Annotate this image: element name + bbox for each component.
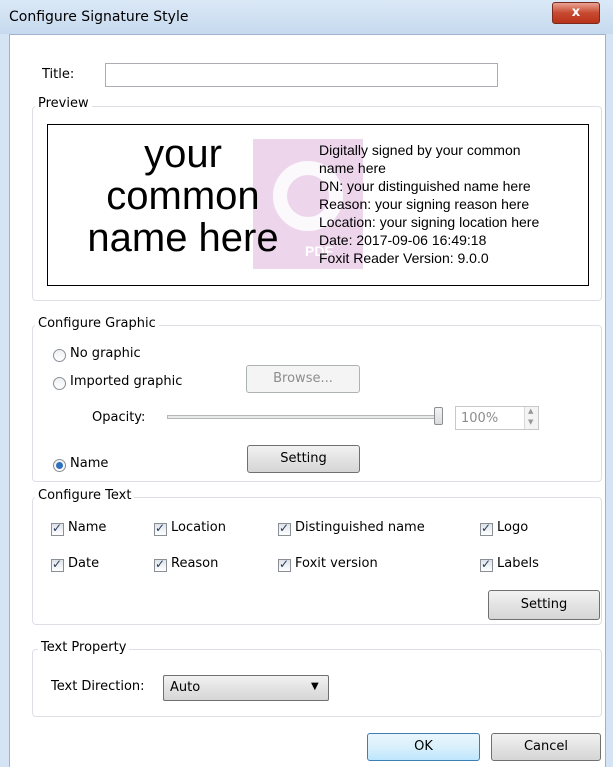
dialog-body: Title: Preview PDF your common name here…: [9, 34, 606, 767]
preview-name-line-2: common: [106, 174, 260, 218]
text-direction-dropdown[interactable]: Auto ▼: [163, 675, 329, 701]
location-checkbox[interactable]: [154, 521, 167, 536]
preview-info-line: DN: your distinguished name here: [319, 178, 531, 194]
dialog-window: Configure Signature Style x Title: Previ…: [0, 0, 613, 767]
preview-info-line: Digitally signed by your common: [319, 142, 521, 158]
graphic-setting-button[interactable]: Setting: [247, 445, 360, 473]
text-property-label: Text Property: [38, 640, 130, 655]
foxit-version-checkbox[interactable]: [278, 557, 291, 572]
title-label: Title:: [42, 67, 75, 82]
preview-name-line-3: name here: [87, 216, 279, 260]
date-checkbox-label: Date: [68, 556, 100, 571]
foxit-version-label: Foxit version: [295, 556, 378, 571]
labels-checkbox-label: Labels: [497, 556, 539, 571]
distinguished-name-label: Distinguished name: [295, 520, 425, 535]
text-direction-label: Text Direction:: [51, 679, 145, 694]
signature-preview: PDF your common name here Digitally sign…: [47, 124, 589, 286]
text-setting-button[interactable]: Setting: [488, 590, 600, 620]
opacity-value: 100%: [461, 411, 499, 426]
no-graphic-label: No graphic: [70, 346, 141, 361]
cancel-button[interactable]: Cancel: [491, 733, 601, 761]
opacity-label: Opacity:: [92, 410, 146, 425]
preview-group-label: Preview: [35, 96, 92, 111]
name-radio[interactable]: [53, 459, 66, 472]
opacity-slider-thumb[interactable]: [434, 407, 443, 425]
chevron-down-icon: ▼: [311, 681, 319, 692]
configure-graphic-label: Configure Graphic: [35, 316, 159, 331]
preview-info-line: name here: [319, 160, 386, 176]
text-direction-value: Auto: [170, 680, 201, 695]
location-checkbox-label: Location: [171, 520, 226, 535]
title-input[interactable]: [105, 63, 498, 87]
ok-button[interactable]: OK: [367, 733, 480, 761]
labels-checkbox[interactable]: [480, 557, 493, 572]
preview-info-line: Date: 2017-09-06 16:49:18: [319, 232, 487, 248]
browse-button[interactable]: Browse...: [246, 365, 360, 393]
reason-checkbox-label: Reason: [171, 556, 219, 571]
date-checkbox[interactable]: [51, 557, 64, 572]
configure-text-label: Configure Text: [35, 488, 135, 503]
close-button[interactable]: x: [552, 2, 600, 24]
preview-name-line-1: your: [144, 132, 222, 176]
preview-info-line: Location: your signing location here: [319, 214, 540, 230]
imported-graphic-radio[interactable]: [53, 377, 66, 390]
title-bar[interactable]: Configure Signature Style x: [0, 0, 613, 34]
preview-info-line: Foxit Reader Version: 9.0.0: [319, 250, 489, 266]
name-radio-label: Name: [70, 456, 109, 471]
distinguished-name-checkbox[interactable]: [278, 521, 291, 536]
name-checkbox[interactable]: [51, 521, 64, 536]
logo-checkbox-label: Logo: [497, 520, 529, 535]
preview-info-line: Reason: your signing reason here: [319, 196, 530, 212]
no-graphic-radio[interactable]: [53, 349, 66, 362]
reason-checkbox[interactable]: [154, 557, 167, 572]
opacity-spinner[interactable]: 100% ▲ ▼: [455, 406, 539, 430]
spinner-arrows-icon[interactable]: ▲ ▼: [524, 407, 538, 429]
window-title: Configure Signature Style: [9, 9, 189, 25]
opacity-slider[interactable]: [167, 415, 443, 419]
name-checkbox-label: Name: [68, 520, 107, 535]
imported-graphic-label: Imported graphic: [70, 374, 183, 389]
logo-checkbox[interactable]: [480, 521, 493, 536]
